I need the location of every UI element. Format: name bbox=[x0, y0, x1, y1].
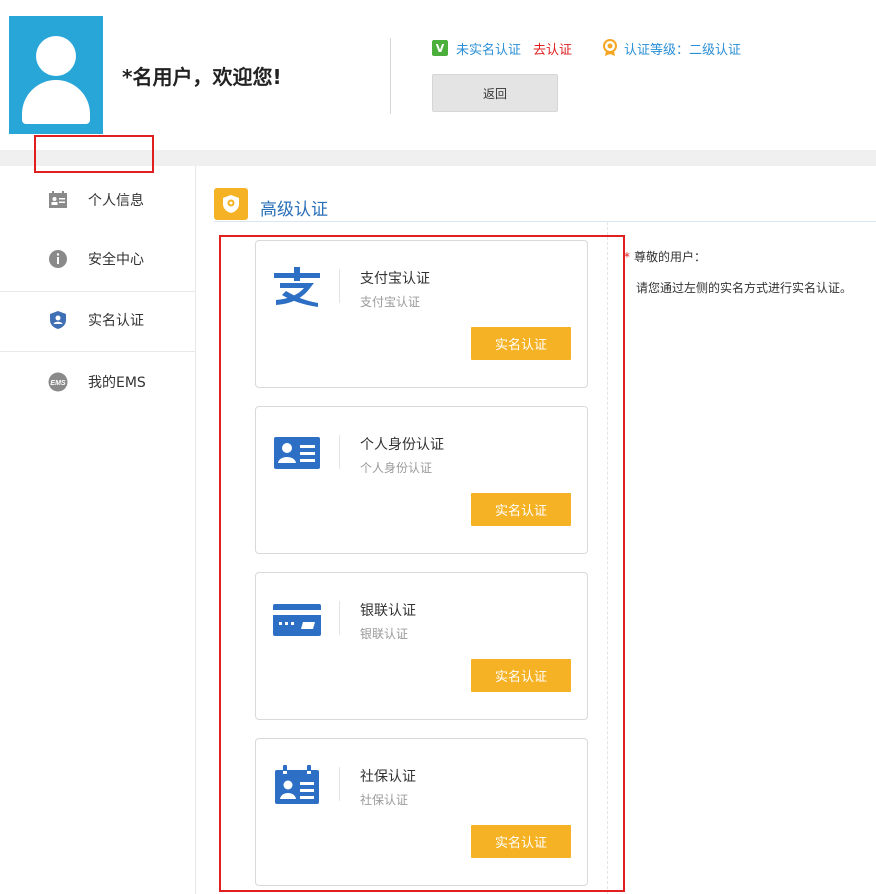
back-button[interactable]: 返回 bbox=[432, 74, 558, 112]
shield-icon bbox=[50, 311, 66, 329]
go-verify-link[interactable]: 去认证 bbox=[533, 39, 572, 58]
notice-heading-text: 尊敬的用户： bbox=[634, 250, 707, 264]
notice-heading: * 尊敬的用户： bbox=[624, 248, 706, 265]
user-avatar-icon bbox=[9, 16, 103, 134]
notice-body: 请您通过左侧的实名方式进行实名认证。 bbox=[636, 281, 853, 295]
sidebar-item-label: 我的EMS bbox=[88, 375, 146, 391]
shield-badge-icon bbox=[214, 188, 248, 220]
svg-text:EMS: EMS bbox=[50, 380, 66, 387]
sidebar-item-personal-info[interactable]: 个人信息 bbox=[0, 171, 196, 229]
level-text: 认证等级：二级认证 bbox=[624, 42, 742, 58]
ems-icon: EMS bbox=[48, 372, 68, 392]
active-highlight-box bbox=[34, 135, 154, 173]
required-star: * bbox=[624, 250, 630, 264]
sidebar-item-label: 个人信息 bbox=[88, 193, 144, 209]
sidebar-divider bbox=[0, 351, 196, 352]
header: *名用户，欢迎您! V 未实名认证 去认证 认证等级：二级认证 返回 bbox=[0, 0, 876, 150]
sidebar-item-real-name[interactable]: 实名认证 bbox=[0, 291, 196, 349]
status-text: 未实名认证 bbox=[456, 42, 522, 58]
verification-status: V 未实名认证 去认证 认证等级：二级认证 bbox=[432, 38, 741, 58]
verified-v-icon: V bbox=[432, 40, 448, 56]
welcome-text: *名用户，欢迎您! bbox=[122, 65, 282, 89]
info-icon bbox=[49, 250, 67, 268]
medal-icon bbox=[603, 39, 618, 56]
header-divider bbox=[390, 38, 391, 114]
sidebar-item-label: 实名认证 bbox=[88, 313, 144, 329]
sidebar-item-security-center[interactable]: 安全中心 bbox=[0, 230, 196, 288]
highlight-frame bbox=[219, 235, 625, 892]
sidebar-item-my-ems[interactable]: EMS 我的EMS bbox=[0, 353, 196, 411]
sidebar: 个人信息 安全中心 实名认证 EMS 我的EMS bbox=[0, 166, 196, 894]
sidebar-item-label: 安全中心 bbox=[88, 252, 144, 268]
section-header: 高级认证 bbox=[214, 188, 876, 222]
section-title: 高级认证 bbox=[260, 200, 328, 220]
id-card-icon bbox=[49, 191, 67, 208]
